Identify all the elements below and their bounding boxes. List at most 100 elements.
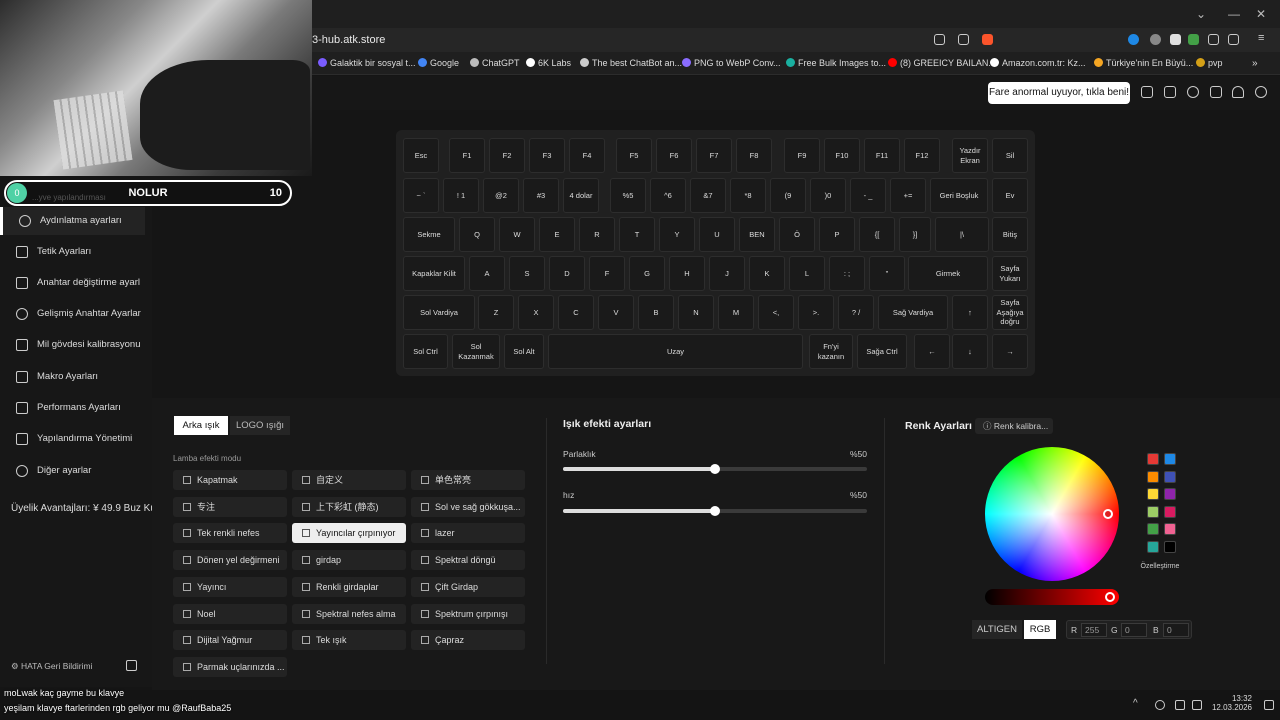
effect-option[interactable]: Spektral nefes alma	[292, 603, 406, 624]
key-3-7[interactable]: J	[709, 256, 745, 291]
effect-option[interactable]: girdap	[292, 550, 406, 571]
mic-icon[interactable]	[1155, 700, 1165, 710]
key-3-10[interactable]: : ;	[829, 256, 865, 291]
key-2-12[interactable]: }]	[899, 217, 931, 252]
key-4-10[interactable]: ? /	[838, 295, 874, 330]
key-5-2[interactable]: Sol Alt	[504, 334, 544, 369]
color-swatch[interactable]	[1164, 453, 1176, 465]
taskbar-clock[interactable]: 13:32 12.03.2026	[1208, 694, 1252, 712]
share-icon[interactable]	[958, 34, 969, 45]
translate-icon[interactable]	[934, 34, 945, 45]
key-0-10[interactable]: F10	[824, 138, 860, 173]
url-text[interactable]: 3-hub.atk.store	[312, 34, 385, 46]
key-0-1[interactable]: F1	[449, 138, 485, 173]
b-input[interactable]: 0	[1163, 623, 1189, 637]
effect-option[interactable]: Yayıncılar çırpınıyor	[292, 523, 406, 544]
tab-backlight[interactable]: Arka ışık	[174, 416, 228, 435]
hex-mode-button[interactable]: ALTIGEN	[972, 620, 1022, 639]
key-2-14[interactable]: Bitiş	[992, 217, 1028, 252]
sidebar-item-other[interactable]: Diğer ayarlar	[0, 457, 145, 485]
effect-option[interactable]: 上下彩虹 (静态)	[292, 496, 406, 517]
key-0-2[interactable]: F2	[489, 138, 525, 173]
key-3-13[interactable]: Sayfa Yukarı	[992, 256, 1028, 291]
key-2-11[interactable]: {[	[859, 217, 895, 252]
bookmark-item[interactable]: ChatGPT	[470, 58, 520, 68]
color-swatch[interactable]	[1147, 523, 1159, 535]
key-0-14[interactable]: Sil	[992, 138, 1028, 173]
key-4-7[interactable]: M	[718, 295, 754, 330]
sidebar-item-calibration[interactable]: Mil gövdesi kalibrasyonu	[0, 331, 145, 359]
color-swatch[interactable]	[1164, 540, 1176, 553]
key-0-9[interactable]: F9	[784, 138, 820, 173]
color-swatch[interactable]	[1147, 540, 1159, 553]
shirt-icon[interactable]	[1164, 86, 1176, 98]
notification-icon[interactable]	[1264, 700, 1274, 710]
brightness-slider[interactable]	[563, 464, 867, 474]
bookmark-item[interactable]: Free Bulk Images to...	[786, 58, 886, 68]
key-3-4[interactable]: F	[589, 256, 625, 291]
key-1-13[interactable]: Geri Boşluk	[930, 178, 988, 213]
r-input[interactable]: 255	[1081, 623, 1107, 637]
brightness-hue-bar[interactable]	[985, 589, 1119, 605]
key-2-8[interactable]: BEN	[739, 217, 775, 252]
key-4-9[interactable]: >.	[798, 295, 834, 330]
key-4-11[interactable]: Sağ Vardiya	[878, 295, 948, 330]
key-5-5[interactable]: Sağa Ctrl	[857, 334, 907, 369]
user-icon[interactable]	[1232, 86, 1244, 98]
extension-icon[interactable]	[1170, 34, 1181, 45]
effect-option[interactable]: 自定义	[292, 470, 406, 490]
key-3-0[interactable]: Kapaklar Kilit	[403, 256, 465, 291]
key-0-8[interactable]: F8	[736, 138, 772, 173]
key-3-2[interactable]: S	[509, 256, 545, 291]
bookmark-item[interactable]: Google	[418, 58, 459, 68]
key-5-6[interactable]: ←	[914, 334, 950, 369]
bookmarks-overflow-icon[interactable]: »	[1252, 58, 1258, 69]
menu-icon[interactable]: ≡	[1258, 33, 1269, 45]
key-4-0[interactable]: Sol Vardiya	[403, 295, 475, 330]
clipboard-icon[interactable]	[1141, 86, 1153, 98]
key-0-7[interactable]: F7	[696, 138, 732, 173]
close-window-icon[interactable]: ✕	[1256, 7, 1266, 21]
key-5-7[interactable]: ↓	[952, 334, 988, 369]
bookmark-item[interactable]: Galaktik bir sosyal t...	[318, 58, 416, 68]
language-icon[interactable]	[1210, 86, 1222, 98]
color-swatch[interactable]	[1164, 470, 1176, 483]
brave-shield-icon[interactable]	[982, 34, 993, 45]
volume-icon[interactable]	[1192, 700, 1202, 710]
color-swatch[interactable]	[1164, 505, 1176, 518]
bug-feedback-link[interactable]: ⚙ HATA Geri Bildirimi	[11, 661, 92, 672]
bookmark-item[interactable]: 6K Labs	[526, 58, 571, 68]
key-3-1[interactable]: A	[469, 256, 505, 291]
key-2-3[interactable]: E	[539, 217, 575, 252]
key-0-3[interactable]: F3	[529, 138, 565, 173]
effect-option[interactable]: lazer	[411, 523, 525, 544]
bookmark-item[interactable]: (8) GREEICY BAILAN...	[888, 58, 996, 68]
effect-option[interactable]: 单色常亮	[411, 470, 525, 490]
key-1-12[interactable]: +=	[890, 178, 926, 213]
extension-icon[interactable]	[1128, 34, 1139, 45]
effect-option[interactable]: Sol ve sağ gökkuşa...	[411, 496, 525, 517]
key-2-10[interactable]: P	[819, 217, 855, 252]
key-4-12[interactable]: ↑	[952, 295, 988, 330]
color-calibration-button[interactable]: ⓘ Renk kalibra...	[975, 418, 1053, 434]
effect-option[interactable]: Tek ışık	[292, 630, 406, 651]
color-swatch[interactable]	[1164, 488, 1176, 500]
sidebar-item-trigger[interactable]: Tetik Ayarları	[0, 238, 145, 266]
key-2-0[interactable]: Sekme	[403, 217, 455, 252]
key-1-0[interactable]: ~ `	[403, 178, 439, 213]
membership-benefits[interactable]: Üyelik Avantajları: ¥ 49.9 Buz Ku.	[11, 503, 159, 514]
rgb-mode-button[interactable]: RGB	[1024, 620, 1056, 639]
key-0-4[interactable]: F4	[569, 138, 605, 173]
key-3-8[interactable]: K	[749, 256, 785, 291]
effect-option[interactable]: Çapraz	[411, 630, 525, 651]
key-4-6[interactable]: N	[678, 295, 714, 330]
key-5-1[interactable]: Sol Kazanmak	[452, 334, 500, 369]
sidebar-toggle-icon[interactable]	[1228, 34, 1239, 45]
speed-slider[interactable]	[563, 506, 867, 516]
key-2-6[interactable]: Y	[659, 217, 695, 252]
tray-chevron-icon[interactable]: ^	[1133, 699, 1143, 710]
key-0-11[interactable]: F11	[864, 138, 900, 173]
slider-handle[interactable]	[710, 464, 720, 474]
sidebar-item-key-swap[interactable]: Anahtar değiştirme ayarl	[0, 269, 145, 297]
key-2-5[interactable]: T	[619, 217, 655, 252]
